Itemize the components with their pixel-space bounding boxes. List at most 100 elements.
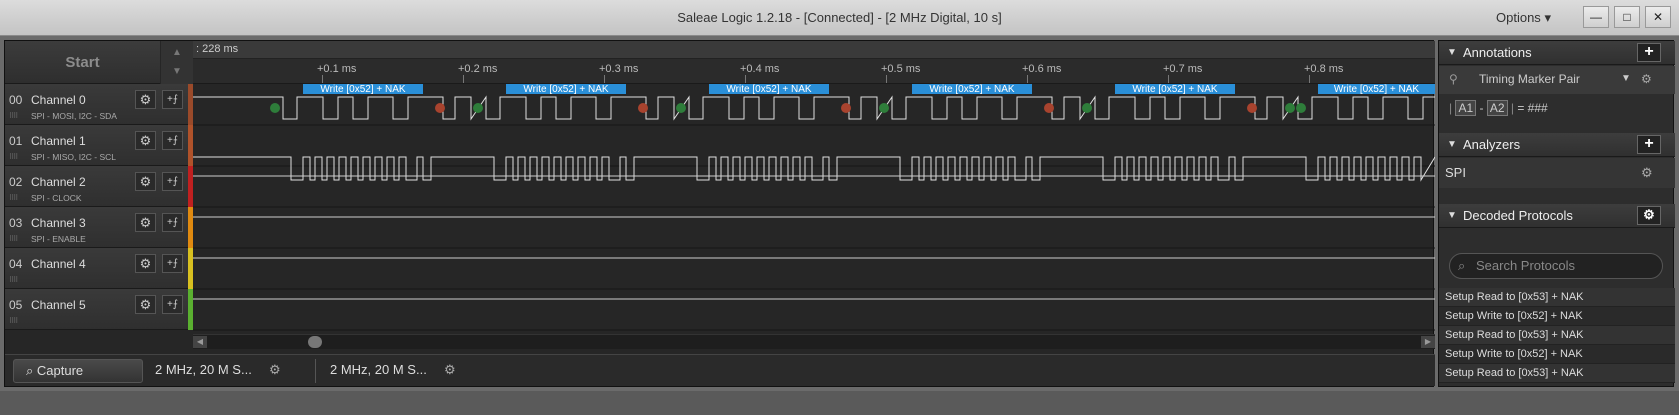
- maximize-button[interactable]: □: [1614, 6, 1640, 28]
- capture-tab[interactable]: ⌕ Capture: [13, 359, 143, 383]
- session-tab-1[interactable]: 2 MHz, 20 M S... ⚙: [151, 359, 301, 383]
- marker-value: = ###: [1517, 101, 1548, 115]
- drag-handle-icon[interactable]: ⠿⠿: [9, 317, 18, 325]
- search-icon: ⌕: [1458, 258, 1466, 273]
- trigger-icon[interactable]: +⨍: [162, 131, 183, 150]
- ruler-tick-label: +0.5 ms: [881, 63, 921, 75]
- drag-handle-icon[interactable]: ⠿⠿: [9, 235, 18, 243]
- stop-marker-dot: [841, 103, 851, 113]
- gear-icon[interactable]: ⚙: [269, 359, 281, 381]
- gear-icon[interactable]: ⚙: [135, 90, 156, 109]
- protocol-row[interactable]: Setup Read to [0x53] + NAK: [1439, 364, 1675, 383]
- channel-row[interactable]: 00 Channel 0 ⠿⠿ SPI - MOSI, I2C - SDA ⚙ +⨍: [5, 84, 193, 125]
- time-ruler: +0.1 ms +0.2 ms +0.3 ms +0.4 ms +0.5 ms +0.6 …: [193, 59, 1435, 84]
- channel-analyzer-label: SPI - MISO, I2C - SCL: [31, 152, 117, 162]
- ruler-tick-label: +0.3 ms: [599, 63, 639, 75]
- gear-icon[interactable]: ⚙: [1641, 66, 1652, 92]
- gear-icon[interactable]: ⚙: [135, 213, 156, 232]
- drag-handle-icon[interactable]: ⠿⠿: [9, 276, 18, 284]
- gear-icon[interactable]: ⚙: [135, 254, 156, 273]
- trigger-icon[interactable]: +⨍: [162, 172, 183, 191]
- up-arrow-icon[interactable]: ▲: [161, 47, 193, 58]
- horizontal-scrollbar[interactable]: ◀ ▶: [193, 334, 1435, 349]
- channel-row[interactable]: 01 Channel 1 ⠿⠿ SPI - MISO, I2C - SCL ⚙ +⨍: [5, 125, 193, 166]
- options-label[interactable]: Options: [1496, 10, 1541, 25]
- protocol-row[interactable]: Setup Write to [0x52] + NAK: [1439, 307, 1675, 326]
- session-tab-2-label[interactable]: 2 MHz, 20 M S...: [330, 362, 427, 377]
- channel-number: 01: [9, 134, 23, 148]
- collapse-triangle-icon[interactable]: ▼: [1447, 204, 1457, 227]
- window-title: Saleae Logic 1.2.18 - [Connected] - [2 M…: [677, 10, 1002, 25]
- waveform-view[interactable]: Write [0x52] + NAK Write [0x52] + NAK Writ…: [193, 84, 1435, 334]
- options-menu[interactable]: Options ▾: [1496, 10, 1551, 26]
- search-protocols-input[interactable]: ⌕ Search Protocols: [1449, 253, 1663, 279]
- session-tab-1-label[interactable]: 2 MHz, 20 M S...: [155, 362, 252, 377]
- collapse-triangle-icon[interactable]: ▼: [1447, 41, 1457, 64]
- start-button[interactable]: Start: [5, 41, 160, 84]
- channel-row[interactable]: 02 Channel 2 ⠿⠿ SPI - CLOCK ⚙ +⨍: [5, 166, 193, 207]
- gear-icon[interactable]: ⚙: [135, 131, 156, 150]
- protocol-row[interactable]: Setup Write to [0x52] + NAK: [1439, 345, 1675, 364]
- dropdown-triangle-icon[interactable]: ▼: [1621, 66, 1631, 92]
- capture-panel: Start ▲ ▼ : 228 ms +0.1 ms +0.2 ms +0.3 ms…: [4, 40, 1435, 387]
- channel-name[interactable]: Channel 4: [31, 257, 86, 271]
- channel-row[interactable]: 04 Channel 4 ⠿⠿ ⚙ +⨍: [5, 248, 193, 289]
- trigger-icon[interactable]: +⨍: [162, 90, 183, 109]
- status-bar: [0, 391, 1679, 415]
- scroll-right-icon[interactable]: ▶: [1421, 336, 1435, 348]
- decoded-frame-label: Write [0x52] + NAK: [726, 84, 811, 95]
- a1-marker[interactable]: A1: [1455, 100, 1477, 116]
- decoded-protocols-header[interactable]: ▼ Decoded Protocols ⚙: [1439, 204, 1675, 228]
- a2-marker[interactable]: A2: [1486, 100, 1508, 116]
- marker-formula: | A1 - A2 | = ###: [1449, 100, 1548, 116]
- protocol-row[interactable]: Setup Read to [0x53] + NAK: [1439, 288, 1675, 307]
- ruler-tick: [463, 75, 464, 83]
- gear-icon[interactable]: ⚙: [135, 172, 156, 191]
- trigger-icon[interactable]: +⨍: [162, 254, 183, 273]
- decoded-protocols-title: Decoded Protocols: [1463, 208, 1573, 223]
- start-options-arrows[interactable]: ▲ ▼: [161, 41, 193, 84]
- gear-icon[interactable]: ⚙: [444, 359, 456, 381]
- ruler-tick-label: +0.2 ms: [458, 63, 498, 75]
- down-arrow-icon[interactable]: ▼: [161, 66, 193, 77]
- stop-marker-dot: [1247, 103, 1257, 113]
- decoded-frame-label: Write [0x52] + NAK: [1334, 84, 1419, 95]
- channel-name[interactable]: Channel 1: [31, 134, 86, 148]
- minimize-button[interactable]: —: [1583, 6, 1609, 28]
- marker-sep: -: [1479, 101, 1484, 115]
- analyzer-name: SPI: [1445, 165, 1466, 180]
- timing-marker-row[interactable]: ⚲ Timing Marker Pair ▼ ⚙: [1439, 66, 1675, 94]
- session-tab-2[interactable]: 2 MHz, 20 M S... ⚙: [315, 359, 475, 383]
- collapse-triangle-icon[interactable]: ▼: [1447, 133, 1457, 156]
- decoded-frame-label: Write [0x52] + NAK: [1132, 84, 1217, 95]
- ruler-tick: [604, 75, 605, 83]
- capture-tab-label[interactable]: Capture: [37, 363, 83, 378]
- channel-row[interactable]: 05 Channel 5 ⠿⠿ ⚙ +⨍: [5, 289, 193, 330]
- channel-number: 03: [9, 216, 23, 230]
- channel-name[interactable]: Channel 2: [31, 175, 86, 189]
- trigger-icon[interactable]: +⨍: [162, 295, 183, 314]
- channel-name[interactable]: Channel 5: [31, 298, 86, 312]
- gear-icon[interactable]: ⚙: [1641, 158, 1653, 188]
- close-button[interactable]: ✕: [1645, 6, 1671, 28]
- channel-row[interactable]: 03 Channel 3 ⠿⠿ SPI - ENABLE ⚙ +⨍: [5, 207, 193, 248]
- stop-marker-dot: [1044, 103, 1054, 113]
- scroll-left-icon[interactable]: ◀: [193, 336, 207, 348]
- analyzer-item-spi[interactable]: SPI ⚙: [1439, 158, 1675, 188]
- ruler-tick-label: +0.4 ms: [740, 63, 780, 75]
- analyzers-header[interactable]: ▼ Analyzers +: [1439, 133, 1675, 157]
- scroll-thumb[interactable]: [308, 336, 322, 348]
- channel-name[interactable]: Channel 0: [31, 93, 86, 107]
- drag-handle-icon[interactable]: ⠿⠿: [9, 153, 18, 161]
- annotations-header[interactable]: ▼ Annotations +: [1439, 41, 1675, 65]
- drag-handle-icon[interactable]: ⠿⠿: [9, 112, 18, 120]
- drag-handle-icon[interactable]: ⠿⠿: [9, 194, 18, 202]
- gear-icon[interactable]: ⚙: [135, 295, 156, 314]
- channel-number: 00: [9, 93, 23, 107]
- add-annotation-button[interactable]: +: [1637, 43, 1661, 62]
- decoded-settings-button[interactable]: ⚙: [1637, 206, 1661, 225]
- trigger-icon[interactable]: +⨍: [162, 213, 183, 232]
- channel-name[interactable]: Channel 3: [31, 216, 86, 230]
- protocol-row[interactable]: Setup Read to [0x53] + NAK: [1439, 326, 1675, 345]
- add-analyzer-button[interactable]: +: [1637, 135, 1661, 154]
